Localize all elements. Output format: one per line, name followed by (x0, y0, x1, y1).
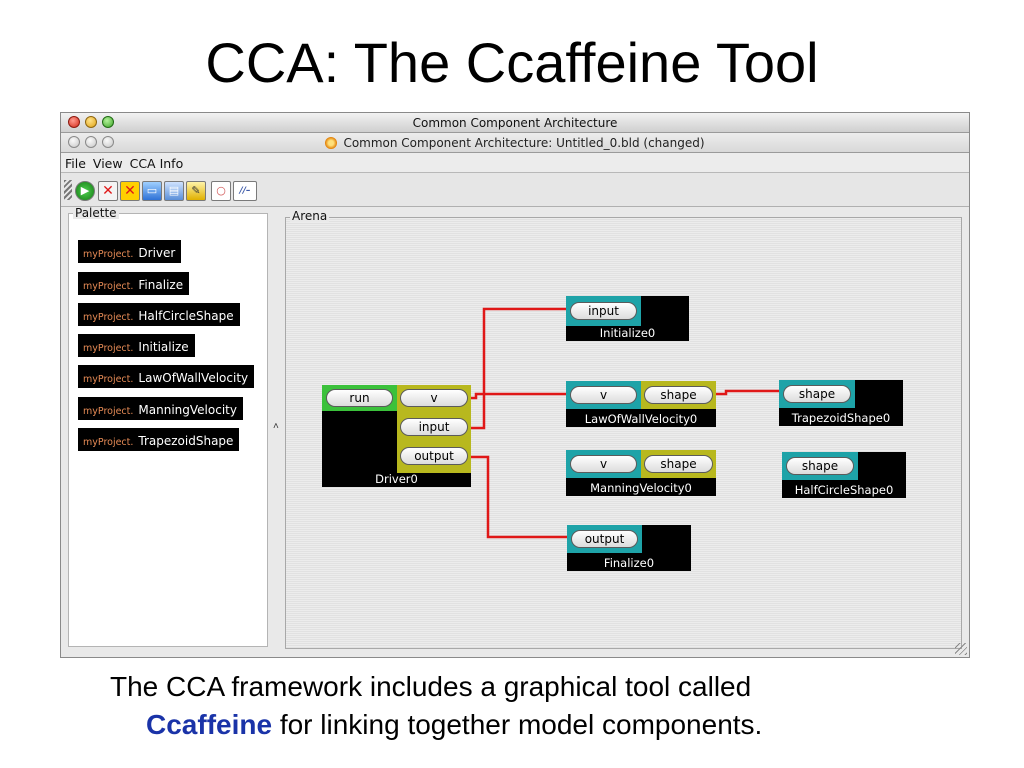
driver-run-port[interactable]: run (326, 389, 393, 407)
component-initialize0[interactable]: input Initialize0 (566, 296, 689, 341)
delete-all-icon[interactable]: ✕ (120, 181, 140, 201)
inner-titlebar[interactable]: Common Component Architecture: Untitled_… (61, 133, 969, 153)
delete-icon[interactable]: ✕ (98, 181, 118, 201)
wire-driver-v-lawofwall (464, 392, 566, 400)
application-window: Common Component Architecture Common Com… (60, 112, 970, 658)
initialize-input-port[interactable]: input (570, 302, 637, 320)
zoom-button[interactable] (102, 116, 114, 128)
palette-item-lawofwallvelocity[interactable]: myProject. LawOfWallVelocity (78, 365, 255, 388)
arena-label: Arena (290, 209, 330, 223)
wire-driver-input-initialize (464, 307, 566, 430)
component-manningvelocity0[interactable]: v shape ManningVelocity0 (566, 450, 716, 496)
menubar: File View CCA Info (61, 153, 969, 173)
lawofwall-v-port[interactable]: v (570, 386, 637, 404)
collapse-arrow-icon[interactable]: ˄ (273, 421, 279, 432)
palette-item-finalize[interactable]: myProject. Finalize (78, 272, 190, 295)
toolbar-grip-icon[interactable] (64, 180, 72, 200)
component-trapezoidshape0[interactable]: shape TrapezoidShape0 (779, 380, 903, 426)
trapezoid-component-name: TrapezoidShape0 (791, 411, 891, 425)
wire-driver-output-finalize (464, 455, 567, 539)
lawofwall-component-name: LawOfWallVelocity0 (584, 412, 698, 426)
window-icon[interactable]: //– (233, 181, 257, 201)
outer-window-title: Common Component Architecture (412, 116, 618, 130)
lawofwall-shape-port[interactable]: shape (644, 386, 713, 404)
search-icon[interactable]: ○ (211, 181, 231, 201)
document-icon (325, 137, 338, 149)
close-button[interactable] (68, 116, 80, 128)
component-finalize0[interactable]: output Finalize0 (567, 525, 691, 571)
edit-icon[interactable]: ✎ (186, 181, 206, 201)
caption-highlight: Ccaffeine (146, 709, 273, 740)
inner-window-title: Common Component Architecture: Untitled_… (343, 136, 705, 150)
minimize-button[interactable] (85, 116, 97, 128)
manning-component-name: ManningVelocity0 (590, 481, 692, 495)
component-driver0[interactable]: run v input output Driver0 (322, 385, 471, 487)
driver-output-port[interactable]: output (400, 447, 468, 465)
caption-line-2: Ccaffeine for linking together model com… (110, 706, 950, 744)
menu-cca-info[interactable]: CCA Info (126, 153, 187, 171)
split-pane-divider[interactable]: ˄ (272, 213, 282, 647)
driver-v-port[interactable]: v (400, 389, 468, 407)
initialize-component-name: Initialize0 (599, 326, 656, 340)
slide-caption: The CCA framework includes a graphical t… (110, 668, 950, 744)
finalize-component-name: Finalize0 (603, 556, 655, 570)
manning-shape-port[interactable]: shape (644, 455, 713, 473)
component-lawofwallvelocity0[interactable]: v shape LawOfWallVelocity0 (566, 381, 716, 427)
inner-minimize-button[interactable] (85, 136, 97, 148)
manning-v-port[interactable]: v (570, 455, 637, 473)
inner-zoom-button[interactable] (102, 136, 114, 148)
driver-input-port[interactable]: input (400, 418, 468, 436)
driver-component-name: Driver0 (375, 472, 418, 486)
component-halfcircleshape0[interactable]: shape HalfCircleShape0 (782, 452, 906, 498)
palette-panel: Palette myProject. Driver myProject. Final… (68, 207, 268, 647)
save-icon[interactable]: ▤ (164, 181, 184, 201)
halfcircle-component-name: HalfCircleShape0 (794, 483, 894, 497)
caption-line-1: The CCA framework includes a graphical t… (110, 671, 752, 702)
menu-file[interactable]: File (61, 153, 89, 171)
palette-item-manningvelocity[interactable]: myProject. ManningVelocity (78, 397, 243, 420)
open-icon[interactable]: ▭ (142, 181, 162, 201)
trapezoid-shape-port[interactable]: shape (783, 385, 851, 403)
inner-close-button[interactable] (68, 136, 80, 148)
caption-line-2-rest: for linking together model components. (272, 709, 763, 740)
slide-title: CCA: The Ccaffeine Tool (205, 31, 819, 94)
palette-item-trapezoidshape[interactable]: myProject. TrapezoidShape (78, 428, 240, 451)
arena-panel[interactable]: Arena run v input output Driver0 input I… (285, 210, 962, 649)
menu-view[interactable]: View (89, 153, 126, 171)
run-icon[interactable]: ▶ (75, 181, 95, 201)
outer-titlebar[interactable]: Common Component Architecture (61, 113, 969, 133)
palette-item-halfcircleshape[interactable]: myProject. HalfCircleShape (78, 303, 240, 326)
finalize-output-port[interactable]: output (571, 530, 638, 548)
wire-lawofwall-shape-trapezoid (711, 389, 779, 396)
palette-item-initialize[interactable]: myProject. Initialize (78, 334, 195, 357)
halfcircle-shape-port[interactable]: shape (786, 457, 854, 475)
palette-item-driver[interactable]: myProject. Driver (78, 240, 182, 263)
toolbar: ▶ ✕ ✕ ▭ ▤ ✎ ○ //– (61, 173, 969, 207)
palette-label: Palette (73, 206, 119, 220)
window-resize-grip-icon[interactable] (955, 643, 967, 655)
